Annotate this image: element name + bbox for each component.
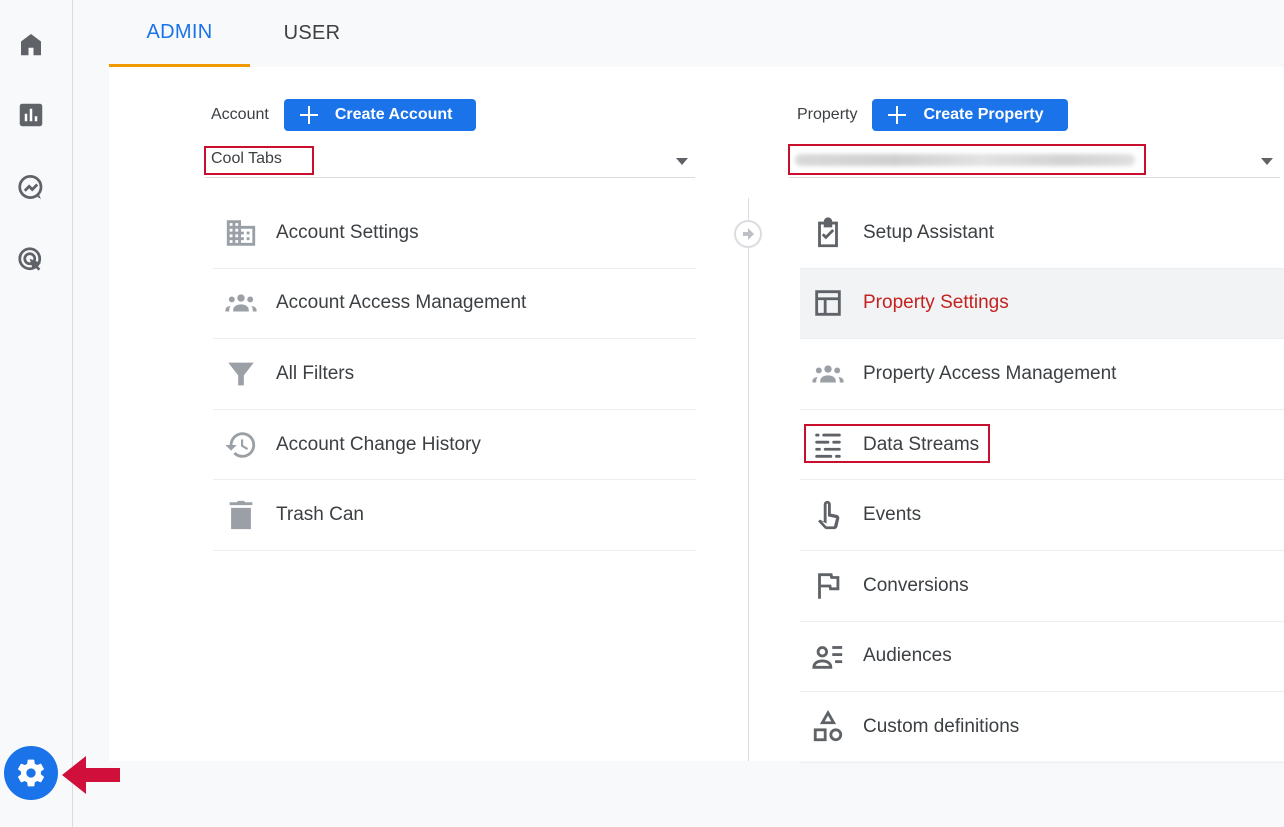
- touch-icon: [810, 497, 846, 533]
- property-settings-label: Property Settings: [863, 292, 1009, 314]
- plus-icon: [888, 106, 907, 124]
- account-access-item[interactable]: Account Access Management: [213, 269, 696, 340]
- create-account-button[interactable]: Create Account: [283, 99, 477, 131]
- tab-admin[interactable]: ADMIN: [109, 0, 250, 67]
- property-select-highlight: [788, 144, 1146, 175]
- property-label: Property: [797, 106, 858, 123]
- reports-icon[interactable]: [14, 98, 48, 132]
- create-account-label: Create Account: [334, 106, 453, 123]
- property-menu: Setup Assistant Property Settings Proper…: [800, 198, 1284, 763]
- people-icon: [810, 356, 846, 392]
- account-history-label: Account Change History: [276, 433, 481, 455]
- create-property-label: Create Property: [923, 106, 1044, 123]
- all-filters-label: All Filters: [276, 362, 355, 384]
- checklist-icon: [810, 215, 846, 251]
- admin-gear-icon[interactable]: [4, 746, 58, 800]
- people-icon: [223, 285, 259, 321]
- account-history-item[interactable]: Account Change History: [213, 410, 696, 481]
- custom-definitions-item[interactable]: Custom definitions: [800, 692, 1284, 763]
- account-access-label: Account Access Management: [276, 292, 527, 314]
- advertising-icon[interactable]: [14, 243, 48, 277]
- trash-can-item[interactable]: Trash Can: [213, 480, 696, 551]
- tab-user[interactable]: USER: [250, 0, 374, 67]
- account-header: Account Create Account: [211, 99, 477, 131]
- data-streams-highlight: [804, 424, 990, 463]
- layout-icon: [810, 285, 846, 321]
- explore-icon[interactable]: [14, 170, 48, 204]
- all-filters-item[interactable]: All Filters: [213, 339, 696, 410]
- trash-icon: [223, 497, 259, 533]
- arrow-right-icon: [734, 220, 762, 248]
- audiences-label: Audiences: [863, 645, 952, 667]
- column-divider: [748, 198, 749, 761]
- plus-icon: [299, 106, 318, 124]
- conversions-label: Conversions: [863, 574, 969, 596]
- account-select-highlight: [204, 146, 314, 175]
- property-access-label: Property Access Management: [863, 362, 1117, 384]
- dropdown-caret-icon: [1261, 158, 1273, 165]
- audience-icon: [810, 638, 846, 674]
- setup-assistant-item[interactable]: Setup Assistant: [800, 198, 1284, 269]
- account-settings-label: Account Settings: [276, 221, 419, 243]
- building-icon: [223, 215, 259, 251]
- account-label: Account: [211, 106, 269, 123]
- property-settings-item[interactable]: Property Settings: [800, 268, 1284, 340]
- setup-assistant-label: Setup Assistant: [863, 221, 994, 243]
- conversions-item[interactable]: Conversions: [800, 551, 1284, 622]
- property-header: Property Create Property: [797, 99, 1068, 131]
- nav-rail: [0, 0, 73, 827]
- shapes-icon: [810, 709, 846, 745]
- custom-definitions-label: Custom definitions: [863, 715, 1020, 737]
- create-property-button[interactable]: Create Property: [872, 99, 1068, 131]
- property-access-item[interactable]: Property Access Management: [800, 339, 1284, 410]
- audiences-item[interactable]: Audiences: [800, 622, 1284, 693]
- tab-bar: ADMIN USER: [109, 0, 374, 67]
- filter-icon: [223, 356, 259, 392]
- home-icon[interactable]: [14, 27, 48, 61]
- events-label: Events: [863, 504, 922, 526]
- account-settings-item[interactable]: Account Settings: [213, 198, 696, 269]
- trash-can-label: Trash Can: [276, 504, 364, 526]
- history-icon: [223, 427, 259, 463]
- events-item[interactable]: Events: [800, 480, 1284, 551]
- dropdown-caret-icon: [676, 158, 688, 165]
- flag-icon: [810, 568, 846, 604]
- account-menu: Account Settings Account Access Manageme…: [213, 198, 696, 551]
- admin-panel: Account Create Account Cool Tabs Propert…: [109, 67, 1284, 763]
